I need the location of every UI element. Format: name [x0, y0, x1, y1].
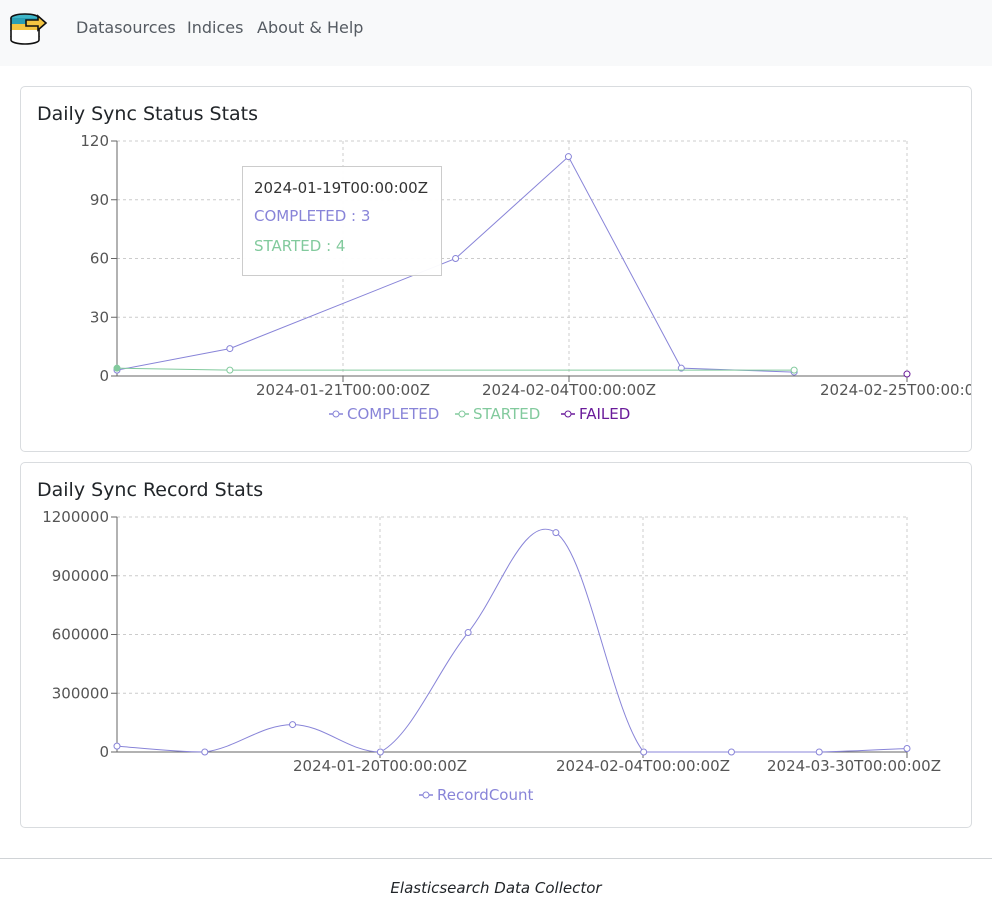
data-point-started [226, 366, 234, 374]
legend-marker [564, 410, 572, 418]
legend-marker [458, 410, 466, 418]
data-point-started [113, 364, 121, 372]
tooltip-completed: COMPLETED : 3 [254, 207, 371, 225]
x-tick-label: 2024-01-20T00:00:00Z [293, 757, 467, 775]
app-logo-icon[interactable] [6, 10, 48, 48]
footer: Elasticsearch Data Collector [0, 858, 992, 912]
legend-item-failed: FAILED [579, 405, 630, 423]
data-point-completed [564, 153, 572, 161]
data-point-recordcount [464, 629, 472, 637]
tooltip-started: STARTED : 4 [254, 237, 346, 255]
data-point-recordcount [552, 529, 560, 537]
legend-item-completed: COMPLETED [347, 405, 439, 423]
y-tick-label: 30 [90, 308, 109, 326]
tooltip-label: 2024-01-19T00:00:00Z [254, 179, 428, 197]
sync-record-chart[interactable]: 0 300000 600000 900000 1200000 2024-01-20T00:… [21, 463, 971, 827]
legend-item-started: STARTED [473, 405, 540, 423]
sync-record-card: Daily Sync Record Stats 0 300000 600000 900… [20, 462, 972, 828]
navbar: Datasources Indices About & Help [0, 0, 992, 66]
series-line-completed [116, 155, 795, 373]
y-tick-label: 1200000 [42, 508, 109, 526]
y-tick-label: 0 [99, 743, 109, 761]
nav-indices[interactable]: Indices [187, 18, 243, 37]
data-point-recordcount [815, 748, 823, 756]
y-tick-label: 120 [80, 132, 109, 150]
data-point-failed [903, 370, 911, 378]
data-point-recordcount [903, 744, 911, 752]
x-tick-label: 2024-02-04T00:00:00Z [482, 381, 656, 399]
data-point-recordcount [201, 748, 209, 756]
footer-text: Elasticsearch Data Collector [390, 879, 602, 897]
legend-marker [422, 791, 430, 799]
x-tick-label: 2024-03-30T00:00:00Z [767, 757, 941, 775]
legend-item-recordcount: RecordCount [437, 786, 533, 804]
y-tick-label: 0 [99, 367, 109, 385]
series-line-recordcount [116, 528, 908, 753]
y-tick-label: 300000 [52, 684, 109, 702]
data-point-completed [226, 345, 234, 353]
data-point-recordcount [113, 742, 121, 750]
nav-datasources[interactable]: Datasources [76, 18, 176, 37]
y-tick-label: 90 [90, 191, 109, 209]
x-tick-label: 2024-02-25T00:00:00Z [820, 381, 971, 399]
data-point-started [790, 366, 798, 374]
y-tick-label: 600000 [52, 626, 109, 644]
x-tick-label: 2024-01-21T00:00:00Z [256, 381, 430, 399]
data-point-recordcount [640, 748, 648, 756]
data-point-recordcount [376, 748, 384, 756]
data-point-recordcount [289, 721, 297, 729]
y-tick-label: 60 [90, 250, 109, 268]
nav-about-help[interactable]: About & Help [257, 18, 363, 37]
x-tick-label: 2024-02-04T00:00:00Z [556, 757, 730, 775]
legend-marker [332, 410, 340, 418]
data-point-completed [452, 255, 460, 262]
data-point-recordcount [727, 748, 735, 756]
y-tick-label: 900000 [52, 567, 109, 585]
sync-status-chart[interactable]: 0 30 60 90 120 2024-01-21T00:00:00Z 2024-02-04… [21, 87, 971, 451]
sync-status-card: Daily Sync Status Stats 0 30 60 90 120 2024-0… [20, 86, 972, 452]
chart-tooltip: 2024-01-19T00:00:00Z COMPLETED : 3 START… [242, 166, 442, 276]
